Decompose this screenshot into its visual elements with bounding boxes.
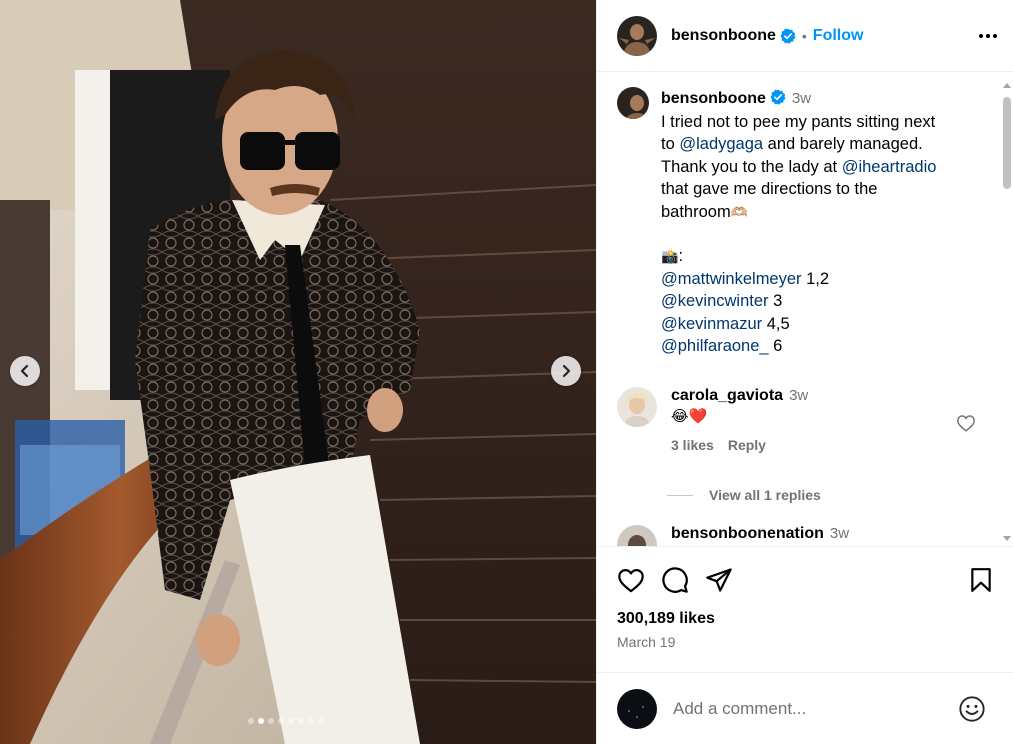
verified-icon <box>780 28 796 44</box>
carousel-prev-button[interactable] <box>10 356 40 386</box>
carousel-dot <box>278 718 284 724</box>
comment-item: carola_gaviota 3w 😂❤️ 3 likes Reply <box>617 387 987 453</box>
mention-link[interactable]: @ladygaga <box>679 135 763 153</box>
post-header: bensonboone • Follow <box>597 0 1013 72</box>
comment-body: carola_gaviota 3w 😂❤️ 3 likes Reply <box>671 387 808 453</box>
camera-emoji: 📸 <box>661 248 679 264</box>
carousel-indicator <box>248 718 324 724</box>
carousel-dot <box>268 718 274 724</box>
scroll-thumb[interactable] <box>1003 97 1011 189</box>
share-icon[interactable] <box>705 567 733 593</box>
caption-text: bensonboone 3w I tried not to pee my pant… <box>661 87 936 358</box>
add-comment-input[interactable] <box>673 698 958 719</box>
post-actions <box>617 566 993 594</box>
likes-count[interactable]: 300,189 likes <box>617 610 715 628</box>
post-photo <box>0 0 596 744</box>
heart-icon[interactable] <box>617 567 645 593</box>
mention-link[interactable]: @kevinmazur <box>661 315 762 333</box>
credit-numbers: 3 <box>768 292 783 310</box>
carousel-dot-active <box>258 718 264 724</box>
comment-icon[interactable] <box>661 566 689 594</box>
mention-link[interactable]: @philfaraone_ <box>661 337 769 355</box>
viewer-avatar[interactable] <box>617 688 657 729</box>
heart-icon[interactable] <box>956 414 976 432</box>
scroll-down-icon[interactable] <box>1002 535 1012 543</box>
replies-divider <box>667 494 693 496</box>
caption-username[interactable]: bensonboone <box>661 90 766 107</box>
commenter-avatar[interactable] <box>617 387 657 427</box>
header-separator: • <box>801 27 807 44</box>
carousel-next-button[interactable] <box>551 356 581 386</box>
carousel-dot <box>298 718 304 724</box>
carousel-dot <box>318 718 324 724</box>
chevron-right-icon <box>562 364 571 378</box>
comment-time[interactable]: 3w <box>830 525 849 542</box>
mention-link[interactable]: @iheartradio <box>842 158 937 176</box>
caption-line: that gave me directions to the <box>661 180 878 198</box>
chevron-left-icon <box>20 364 29 378</box>
caption-text-fragment: to <box>661 135 680 153</box>
mention-link[interactable]: @kevincwinter <box>661 292 769 310</box>
caption-time[interactable]: 3w <box>792 90 811 107</box>
comments-scrollbar[interactable] <box>1002 81 1012 543</box>
credit-numbers: 6 <box>768 337 783 355</box>
caption-line: I tried not to pee my pants sitting next <box>661 112 936 131</box>
carousel-dot <box>288 718 294 724</box>
scroll-up-icon[interactable] <box>1002 81 1012 89</box>
post-media <box>0 0 596 744</box>
add-comment-row <box>597 672 1013 744</box>
caption-avatar[interactable] <box>617 87 649 119</box>
caption-text-fragment: : <box>678 247 684 265</box>
save-icon[interactable] <box>969 567 993 593</box>
mention-link[interactable]: @mattwinkelmeyer <box>661 270 802 288</box>
carousel-dot <box>308 718 314 724</box>
credit-numbers: 4,5 <box>762 314 790 333</box>
comment-item: bensonboonenation 3w <box>617 525 987 546</box>
more-icon[interactable] <box>979 33 997 38</box>
commenter-username[interactable]: carola_gaviota <box>671 387 783 404</box>
commenter-username[interactable]: bensonboonenation <box>671 525 824 542</box>
follow-button[interactable]: Follow <box>813 27 864 45</box>
post-panel: bensonboone • Follow bensonboone 3w I tri… <box>596 0 1013 744</box>
caption-text-fragment: and barely managed. <box>763 135 923 153</box>
comment-text: 😂❤️ <box>671 408 708 425</box>
emoji-icon[interactable] <box>958 695 986 723</box>
author-avatar[interactable] <box>617 15 657 56</box>
comment-likes[interactable]: 3 likes <box>671 437 714 453</box>
credit-numbers: 1,2 <box>801 269 830 288</box>
verified-icon <box>770 89 786 105</box>
caption: bensonboone 3w I tried not to pee my pant… <box>617 87 987 358</box>
view-replies-button[interactable]: View all 1 replies <box>667 487 821 503</box>
view-replies-label[interactable]: View all 1 replies <box>709 487 821 503</box>
comments-section[interactable]: bensonboone 3w I tried not to pee my pant… <box>597 73 1013 547</box>
caption-text-fragment: Thank you to the lady at <box>661 157 842 176</box>
comment-body: bensonboonenation 3w <box>671 525 849 546</box>
comment-time[interactable]: 3w <box>789 387 808 404</box>
reply-button[interactable]: Reply <box>728 437 766 453</box>
commenter-avatar[interactable] <box>617 525 657 546</box>
author-username[interactable]: bensonboone <box>671 27 776 45</box>
carousel-dot <box>248 718 254 724</box>
heart-hands-emoji: 🫶🏼 <box>730 203 749 220</box>
post-date[interactable]: March 19 <box>617 634 675 650</box>
caption-text-fragment: bathroom <box>661 202 731 221</box>
